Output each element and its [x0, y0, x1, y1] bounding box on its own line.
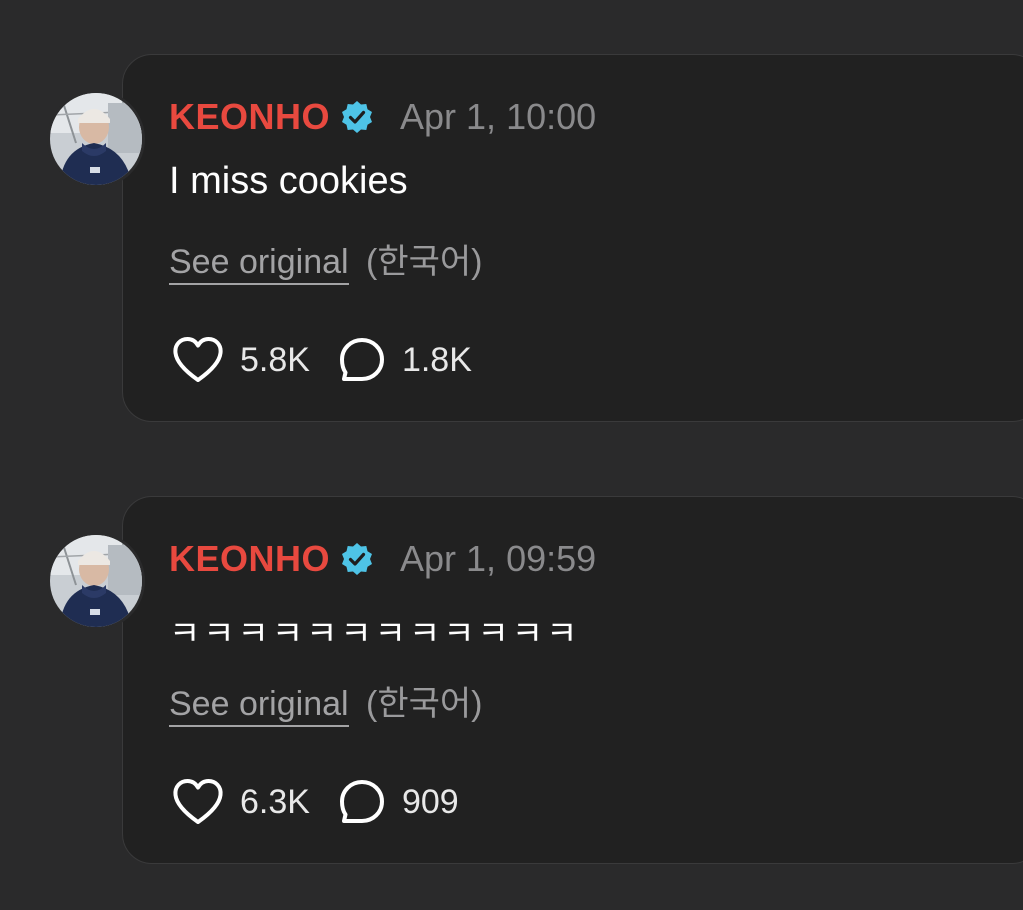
post: KEONHO Apr 1, 09:59 ㅋㅋㅋㅋㅋㅋㅋㅋㅋㅋㅋㅋ See ori… — [0, 496, 1023, 866]
comment-count: 909 — [401, 782, 459, 821]
post-text: I miss cookies — [169, 160, 408, 202]
heart-icon — [173, 779, 223, 824]
avatar-image — [50, 535, 142, 627]
post-actions: 6.3K 909 — [172, 774, 459, 830]
avatar[interactable] — [47, 90, 145, 188]
like-button[interactable]: 5.8K — [172, 336, 310, 384]
avatar[interactable] — [47, 532, 145, 630]
original-language-label: (한국어) — [366, 685, 483, 723]
comment-button[interactable]: 1.8K — [338, 336, 472, 384]
verified-badge-icon — [340, 100, 374, 134]
heart-icon — [173, 337, 223, 382]
like-count: 6.3K — [240, 782, 310, 821]
comment-count: 1.8K — [401, 340, 472, 379]
see-original-link[interactable]: See original — [169, 685, 349, 727]
post-header: KEONHO Apr 1, 09:59 — [169, 534, 596, 584]
post-text: ㅋㅋㅋㅋㅋㅋㅋㅋㅋㅋㅋㅋ — [169, 615, 581, 653]
comment-bubble-icon — [339, 338, 384, 381]
see-original-link[interactable]: See original — [169, 243, 349, 285]
username[interactable]: KEONHO — [169, 96, 330, 138]
like-count: 5.8K — [240, 340, 310, 379]
like-button[interactable]: 6.3K — [172, 778, 310, 826]
post-header: KEONHO Apr 1, 10:00 — [169, 92, 596, 142]
post-timestamp: Apr 1, 10:00 — [400, 96, 597, 137]
avatar-image — [50, 93, 142, 185]
comment-bubble-icon — [339, 780, 384, 823]
post: KEONHO Apr 1, 10:00 I miss cookies See o… — [0, 54, 1023, 424]
translation-row: See original (한국어) — [169, 676, 483, 727]
post-actions: 5.8K 1.8K — [172, 332, 472, 388]
verified-badge-icon — [340, 542, 374, 576]
original-language-label: (한국어) — [366, 243, 483, 281]
translation-row: See original (한국어) — [169, 234, 483, 285]
post-timestamp: Apr 1, 09:59 — [400, 538, 597, 579]
username[interactable]: KEONHO — [169, 538, 330, 580]
comment-button[interactable]: 909 — [338, 778, 459, 826]
